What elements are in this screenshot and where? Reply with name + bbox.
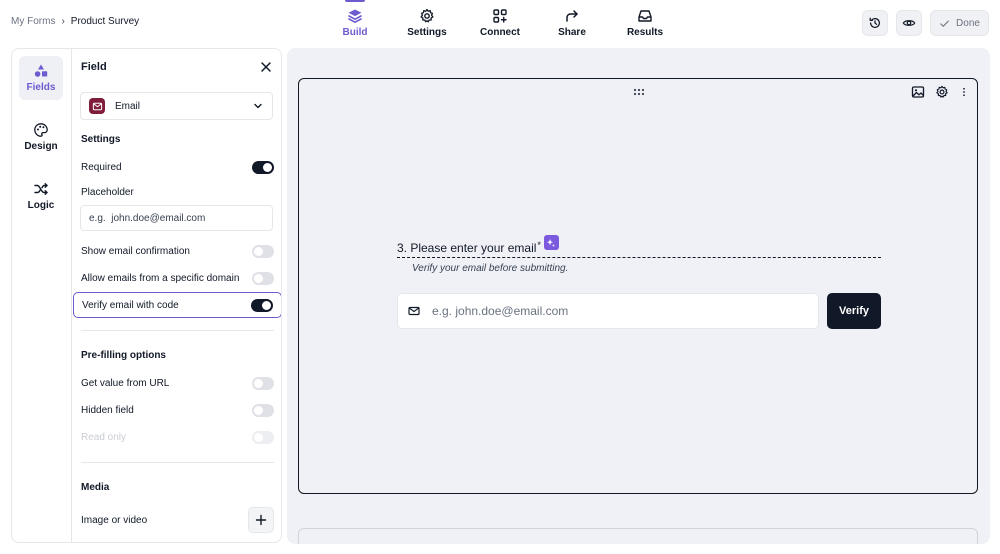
specific-domain-toggle[interactable]: [252, 271, 274, 285]
hidden-field-toggle[interactable]: [252, 403, 274, 417]
shapes-icon: [34, 64, 48, 77]
verify-button[interactable]: Verify: [827, 293, 881, 329]
divider: [81, 330, 274, 331]
tab-build-label: Build: [342, 27, 368, 38]
check-icon: [940, 20, 949, 27]
palette-icon: [34, 123, 48, 137]
side-tab-logic-label: Logic: [27, 200, 55, 211]
image-icon[interactable]: [911, 85, 925, 99]
panel-title: Field: [81, 61, 107, 73]
show-confirmation-label: Show email confirmation: [81, 245, 190, 257]
divider: [81, 462, 274, 463]
url-value-toggle[interactable]: [252, 376, 274, 390]
mail-icon: [408, 306, 420, 316]
nav-active-indicator: [345, 0, 365, 2]
answer-row: e.g. john.doe@email.com Verify: [397, 293, 881, 329]
required-asterisk: *: [537, 240, 541, 250]
plus-icon: [255, 514, 267, 526]
hidden-field-label: Hidden field: [81, 404, 134, 416]
hidden-field-row: Hidden field: [81, 402, 274, 418]
field-type-select[interactable]: Email: [80, 92, 273, 120]
question-block: 3. Please enter your email * Verify your…: [397, 235, 881, 274]
done-button[interactable]: Done: [930, 10, 989, 36]
side-tab-logic[interactable]: Logic: [19, 174, 63, 218]
close-icon[interactable]: [259, 60, 273, 74]
side-tab-design-label: Design: [24, 141, 58, 152]
prefill-section-title: Pre-filling options: [81, 350, 166, 361]
question-help-text[interactable]: Verify your email before submitting.: [412, 263, 881, 274]
required-toggle[interactable]: [252, 160, 274, 174]
email-answer-input[interactable]: e.g. john.doe@email.com: [397, 293, 819, 329]
verify-email-row: Verify email with code: [73, 292, 281, 318]
show-confirmation-toggle[interactable]: [252, 244, 274, 258]
tab-share-label: Share: [558, 27, 586, 38]
tab-build[interactable]: Build: [320, 8, 390, 38]
gear-icon[interactable]: [935, 85, 949, 99]
image-video-label: Image or video: [81, 514, 148, 526]
layers-icon: [348, 9, 362, 23]
chevron-down-icon: [254, 103, 262, 109]
side-tab-fields-label: Fields: [26, 82, 56, 93]
grid-plus-icon: [493, 9, 507, 23]
question-title[interactable]: 3. Please enter your email: [397, 241, 536, 255]
placeholder-label: Placeholder: [81, 187, 134, 198]
verify-email-label: Verify email with code: [82, 299, 179, 311]
required-row: Required: [81, 159, 274, 175]
url-value-row: Get value from URL: [81, 375, 274, 391]
settings-section-title: Settings: [81, 134, 121, 145]
tab-results-label: Results: [626, 27, 664, 38]
eye-icon: [902, 20, 916, 26]
url-value-label: Get value from URL: [81, 377, 170, 389]
more-vertical-icon[interactable]: [959, 85, 969, 99]
done-label: Done: [956, 17, 980, 29]
preview-button[interactable]: [896, 10, 922, 36]
placeholder-input[interactable]: [80, 205, 273, 231]
share-arrow-icon: [566, 10, 578, 22]
gear-icon: [420, 8, 434, 23]
tab-share[interactable]: Share: [537, 8, 607, 38]
side-nav: Fields Design Logic: [12, 49, 72, 542]
read-only-toggle: [252, 430, 274, 444]
left-panel: Fields Design Logic Field Email Settings…: [11, 48, 282, 543]
drag-handle-icon[interactable]: [633, 87, 645, 97]
side-tab-fields[interactable]: Fields: [19, 56, 63, 100]
specific-domain-label: Allow emails from a specific domain: [81, 272, 240, 284]
field-properties-panel: Field Email Settings Required Placeholde…: [72, 49, 281, 542]
shuffle-icon: [34, 183, 48, 195]
specific-domain-row: Allow emails from a specific domain: [81, 270, 274, 286]
inbox-icon: [638, 10, 652, 22]
side-tab-design[interactable]: Design: [19, 115, 63, 159]
history-button[interactable]: [862, 10, 888, 36]
tab-results[interactable]: Results: [610, 8, 680, 38]
email-type-icon: [89, 98, 105, 114]
image-video-row: Image or video: [81, 507, 274, 533]
media-section-title: Media: [81, 482, 110, 493]
tab-settings[interactable]: Settings: [392, 8, 462, 38]
show-confirmation-row: Show email confirmation: [81, 243, 274, 259]
required-label: Required: [81, 161, 122, 173]
email-answer-placeholder: e.g. john.doe@email.com: [432, 304, 569, 318]
ai-sparkle-icon[interactable]: [543, 235, 559, 250]
next-question-card[interactable]: [298, 528, 978, 544]
verify-email-toggle[interactable]: [251, 298, 273, 312]
add-media-button[interactable]: [248, 507, 274, 533]
question-title-row[interactable]: 3. Please enter your email *: [397, 235, 881, 258]
form-canvas: 3. Please enter your email * Verify your…: [287, 48, 990, 544]
card-toolbar: [911, 85, 969, 99]
question-card[interactable]: 3. Please enter your email * Verify your…: [298, 78, 978, 494]
field-type-label: Email: [115, 100, 141, 112]
read-only-row: Read only: [81, 429, 274, 445]
read-only-label: Read only: [81, 431, 127, 443]
tab-settings-label: Settings: [407, 27, 447, 38]
tab-connect-label: Connect: [480, 27, 520, 38]
top-bar: My Forms › Product Survey Build Settings…: [0, 0, 1000, 46]
history-icon: [869, 17, 880, 28]
main-nav: Build Settings Connect Share Results: [0, 0, 1000, 46]
tab-connect[interactable]: Connect: [465, 8, 535, 38]
